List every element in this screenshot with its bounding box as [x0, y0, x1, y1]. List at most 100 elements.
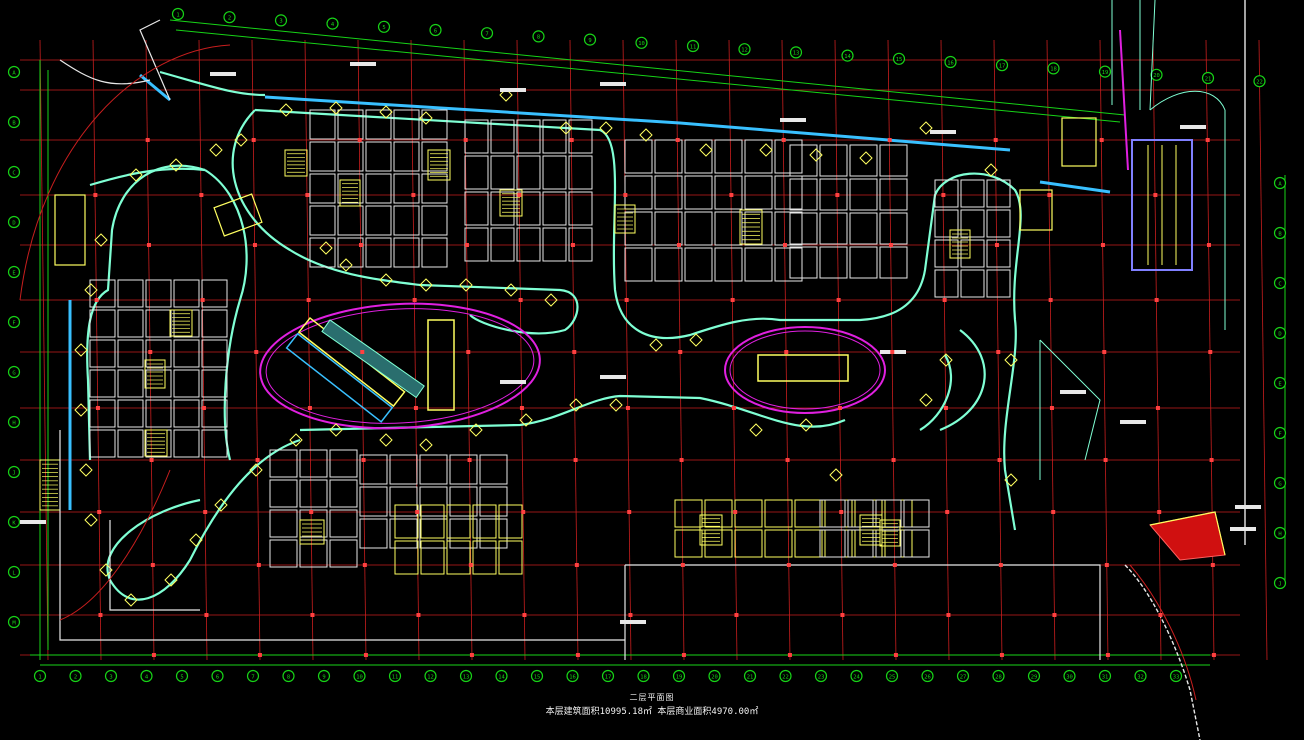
axis-label: 33: [1173, 674, 1180, 680]
label-tag: [620, 620, 646, 624]
axis-label: 2: [228, 16, 231, 22]
axis-bubble: K: [7, 515, 21, 529]
axis-bubble: C: [1273, 276, 1287, 290]
axis-bubble: 24: [850, 669, 863, 683]
column: [469, 653, 474, 657]
column: [1104, 563, 1109, 567]
column: [307, 406, 312, 410]
axis-label: 31: [1102, 674, 1109, 680]
axis-bubble: 13: [789, 46, 803, 59]
axis-bubble: 18: [1047, 62, 1060, 75]
column: [785, 458, 790, 462]
column: [522, 613, 527, 617]
column: [681, 653, 686, 657]
axis-label: 3: [279, 19, 282, 25]
label-tag: [780, 118, 806, 122]
column: [257, 653, 262, 657]
column: [893, 653, 898, 657]
axis-bubble: 18: [637, 669, 650, 683]
axis-bubble: A: [1273, 176, 1287, 190]
column: [574, 563, 579, 567]
axis-label: 1: [176, 12, 179, 18]
axis-label: 5: [382, 25, 385, 31]
axis-bubble: 29: [1027, 669, 1041, 683]
label-tag: [600, 375, 626, 379]
column: [994, 243, 999, 247]
axis-bubble: 3: [274, 14, 288, 27]
axis-label: 13: [463, 674, 470, 680]
column: [466, 350, 471, 354]
column: [679, 458, 684, 462]
column: [517, 193, 522, 197]
axis-label: 9: [322, 674, 325, 680]
column: [731, 406, 736, 410]
column: [782, 243, 787, 247]
axis-bubble: F: [7, 315, 21, 329]
column: [575, 653, 580, 657]
axis-bubble: 17: [601, 669, 615, 683]
axis-label: 17: [605, 674, 612, 680]
label-tag: [500, 88, 526, 92]
axis-label: 30: [1066, 674, 1073, 680]
axis-bubble: 17: [995, 59, 1009, 72]
axis-label: 28: [995, 674, 1002, 680]
label-tag: [1120, 420, 1146, 424]
column: [145, 138, 150, 142]
column: [251, 138, 256, 142]
label-tag: [350, 62, 376, 66]
axis-label: 5: [180, 674, 183, 680]
column: [201, 406, 206, 410]
axis-bubble: 13: [459, 669, 473, 683]
column: [891, 458, 896, 462]
axis-label: 26: [924, 674, 931, 680]
axis-bubble: 11: [388, 669, 402, 683]
axis-bubble: F: [1273, 426, 1287, 440]
column: [413, 406, 418, 410]
column: [993, 138, 998, 142]
axis-bubble: 22: [1253, 75, 1266, 88]
column: [1155, 406, 1160, 410]
axis-label: 8: [537, 35, 540, 41]
axis-label: C: [1278, 281, 1281, 287]
column: [892, 563, 897, 567]
column: [97, 510, 102, 514]
column: [203, 510, 208, 514]
axis-bubble: 4: [140, 669, 153, 683]
axis-bubble: B: [1273, 226, 1287, 240]
axis-bubble: 4: [326, 17, 339, 30]
axis-bubble: 8: [282, 669, 295, 683]
column: [1048, 298, 1053, 302]
axis-label: 32: [1137, 674, 1144, 680]
column: [1052, 613, 1057, 617]
axis-bubble: 14: [495, 669, 508, 683]
axis-bubble: A: [7, 65, 21, 79]
column: [1158, 613, 1163, 617]
axis-label: 12: [741, 48, 748, 54]
column: [1051, 510, 1056, 514]
axis-label: 2: [74, 674, 77, 680]
axis-label: 18: [1050, 67, 1057, 73]
axis-bubble: 19: [1098, 65, 1112, 78]
axis-bubble: J: [7, 465, 21, 479]
axis-bubble: 3: [104, 669, 118, 683]
axis-bubble: L: [7, 565, 21, 579]
column: [627, 510, 632, 514]
axis-bubble: 16: [566, 669, 579, 683]
axis-label: E: [12, 270, 15, 276]
axis-label: H: [12, 420, 15, 426]
column: [1153, 193, 1158, 197]
axis-bubble: 7: [246, 669, 260, 683]
axis-label: 16: [947, 60, 954, 66]
axis-label: 11: [392, 674, 399, 680]
axis-label: F: [1278, 431, 1281, 437]
floor-plan-drawing: 1234567891011121314151617181920212223242…: [0, 0, 1304, 740]
column: [358, 243, 363, 247]
column: [95, 406, 100, 410]
column: [1099, 138, 1104, 142]
axis-bubble: B: [7, 115, 21, 129]
axis-bubble: C: [7, 165, 21, 179]
column: [93, 193, 98, 197]
axis-label: 9: [588, 38, 591, 44]
column: [784, 350, 789, 354]
column: [733, 510, 738, 514]
